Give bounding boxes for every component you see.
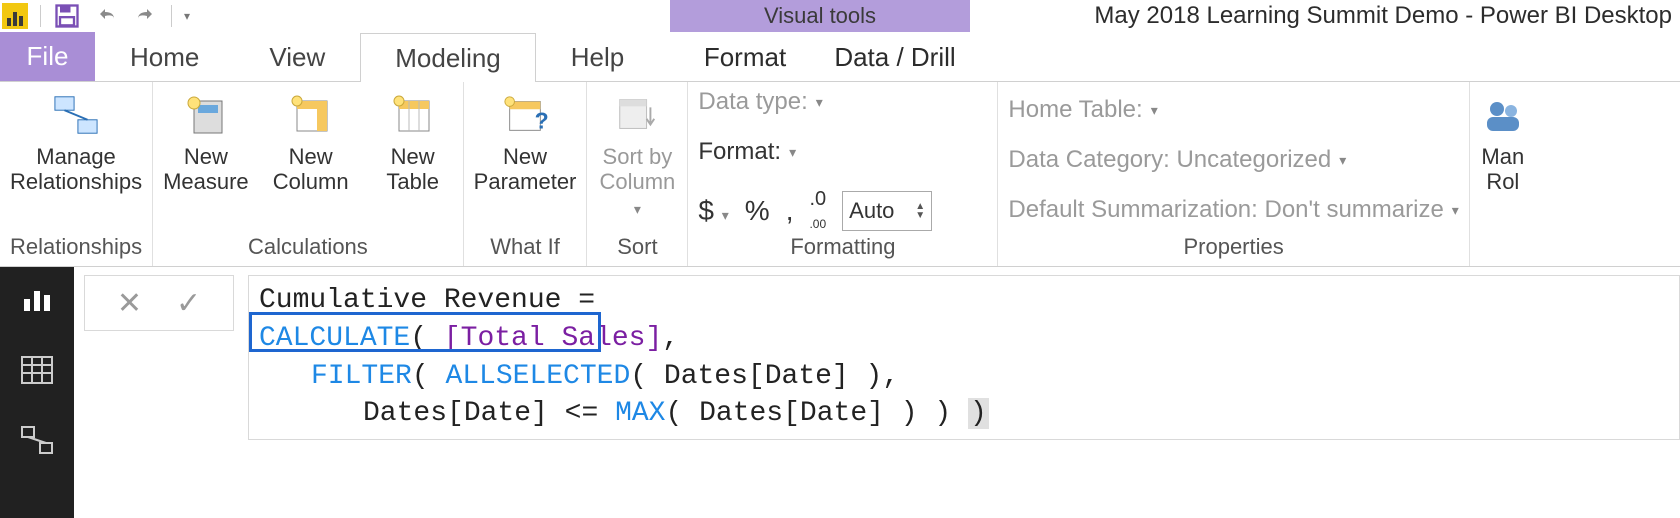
format-label: Format: xyxy=(698,138,781,166)
group-relationships: Manage Relationships Relationships xyxy=(0,82,153,266)
format-dropdown[interactable]: Format: ▾ xyxy=(698,138,796,166)
default-summarization-dropdown[interactable]: Default Summarization: Don't summarize ▾ xyxy=(1008,196,1458,224)
decimal-places-input[interactable]: Auto ▲▼ xyxy=(842,191,932,231)
new-column-icon xyxy=(288,92,334,138)
chevron-down-icon: ▾ xyxy=(1339,152,1346,169)
tab-help[interactable]: Help xyxy=(536,32,659,81)
tab-file[interactable]: File xyxy=(0,32,95,81)
separator xyxy=(40,5,41,27)
app-logo xyxy=(2,3,28,29)
new-measure-icon xyxy=(183,92,229,138)
new-parameter-button[interactable]: ? New Parameter xyxy=(474,88,577,195)
separator xyxy=(171,5,172,27)
sort-by-column-label: Sort by Column xyxy=(599,144,675,195)
chevron-down-icon: ▾ xyxy=(816,94,823,111)
new-column-label: New Column xyxy=(273,144,349,195)
token-allselected: ALLSELECTED xyxy=(445,361,630,392)
token-dates-2: Dates[Date] xyxy=(363,398,548,429)
redo-icon[interactable] xyxy=(129,4,159,28)
manage-roles-label: Man Rol xyxy=(1481,144,1524,195)
new-table-icon xyxy=(390,92,436,138)
new-table-button[interactable]: New Table xyxy=(373,88,453,195)
group-whatif: ? New Parameter What If xyxy=(464,82,588,266)
new-column-button[interactable]: New Column xyxy=(271,88,351,195)
data-type-dropdown[interactable]: Data type: ▾ xyxy=(698,88,822,116)
group-calculations-label: Calculations xyxy=(163,234,453,264)
group-relationships-label: Relationships xyxy=(10,234,142,264)
data-view-button[interactable] xyxy=(20,355,54,391)
formula-area: ✕ ✓ Cumulative Revenue = CALCULATE( [Tot… xyxy=(74,267,1680,518)
new-table-label: New Table xyxy=(386,144,439,195)
sort-icon xyxy=(614,92,660,138)
group-properties: Home Table: ▾ Data Category: Uncategoriz… xyxy=(998,82,1469,266)
chevron-down-icon: ▾ xyxy=(634,201,641,217)
home-table-dropdown[interactable]: Home Table: ▾ xyxy=(1008,96,1157,124)
group-sort: Sort by Column ▾ Sort xyxy=(587,82,688,266)
data-category-label: Data Category: Uncategorized xyxy=(1008,146,1331,174)
tab-view[interactable]: View xyxy=(234,32,360,81)
spinner-icon[interactable]: ▲▼ xyxy=(915,202,925,220)
group-whatif-label: What If xyxy=(474,234,577,264)
token-calculate: CALCULATE xyxy=(259,323,410,354)
report-view-button[interactable] xyxy=(20,285,54,321)
tab-modeling[interactable]: Modeling xyxy=(360,33,536,82)
roles-icon xyxy=(1480,92,1526,138)
window-title: May 2018 Learning Summit Demo - Power BI… xyxy=(1094,0,1672,32)
qat-dropdown-icon[interactable]: ▾ xyxy=(184,9,190,23)
model-view-button[interactable] xyxy=(20,425,54,461)
group-formatting-label: Formatting xyxy=(698,234,987,264)
group-formatting: Data type: ▾ Format: ▾ $ ▾ % , .0.00 Aut… xyxy=(688,82,998,266)
thousands-separator-button[interactable]: , xyxy=(786,195,794,227)
group-calculations: New Measure New Column New Table Calcula… xyxy=(153,82,464,266)
chevron-down-icon: ▾ xyxy=(1151,102,1158,119)
new-parameter-icon: ? xyxy=(502,92,548,138)
percent-format-button[interactable]: % xyxy=(745,195,770,227)
formula-line-1: Cumulative Revenue = xyxy=(259,285,595,316)
data-type-label: Data type: xyxy=(698,88,807,116)
contextual-tools-label: Visual tools xyxy=(670,0,970,32)
tab-home[interactable]: Home xyxy=(95,32,234,81)
tab-data-drill[interactable]: Data / Drill xyxy=(820,32,970,82)
token-filter: FILTER xyxy=(311,361,412,392)
chevron-down-icon: ▾ xyxy=(789,144,796,161)
token-max: MAX xyxy=(615,398,665,429)
chevron-down-icon: ▾ xyxy=(1452,202,1459,219)
default-summarization-label: Default Summarization: Don't summarize xyxy=(1008,196,1443,224)
undo-icon[interactable] xyxy=(93,4,123,28)
group-security: Man Rol xyxy=(1470,82,1536,266)
formula-controls: ✕ ✓ xyxy=(84,275,234,331)
new-measure-button[interactable]: New Measure xyxy=(163,88,249,195)
token-dates-1: Dates[Date] xyxy=(664,361,849,392)
new-measure-label: New Measure xyxy=(163,144,249,195)
ribbon: Manage Relationships Relationships New M… xyxy=(0,82,1680,267)
group-sort-label: Sort xyxy=(597,234,677,264)
tab-format[interactable]: Format xyxy=(670,32,820,82)
svg-text:?: ? xyxy=(535,107,548,133)
manage-roles-button[interactable]: Man Rol xyxy=(1476,88,1530,195)
group-properties-label: Properties xyxy=(1008,234,1458,264)
new-parameter-label: New Parameter xyxy=(474,144,577,195)
token-total-sales: [Total Sales] xyxy=(444,323,662,354)
workspace: ✕ ✓ Cumulative Revenue = CALCULATE( [Tot… xyxy=(0,267,1680,518)
cancel-formula-button[interactable]: ✕ xyxy=(117,286,142,321)
commit-formula-button[interactable]: ✓ xyxy=(176,286,201,321)
formula-editor[interactable]: Cumulative Revenue = CALCULATE( [Total S… xyxy=(248,275,1680,440)
quick-access-toolbar: ▾ Visual tools May 2018 Learning Summit … xyxy=(0,0,1680,32)
relationships-icon xyxy=(53,92,99,138)
data-category-dropdown[interactable]: Data Category: Uncategorized ▾ xyxy=(1008,146,1346,174)
save-icon[interactable] xyxy=(53,2,81,30)
sort-by-column-button[interactable]: Sort by Column ▾ xyxy=(597,88,677,217)
manage-relationships-button[interactable]: Manage Relationships xyxy=(10,88,142,195)
view-rail xyxy=(0,267,74,518)
home-table-label: Home Table: xyxy=(1008,96,1142,124)
currency-format-button[interactable]: $ ▾ xyxy=(698,195,728,227)
decimal-icon[interactable]: .0.00 xyxy=(809,188,826,234)
token-dates-3: Dates[Date] xyxy=(699,398,884,429)
manage-relationships-label: Manage Relationships xyxy=(10,144,142,195)
decimal-places-value: Auto xyxy=(849,198,894,224)
ribbon-tabs: File Home View Modeling Help Format Data… xyxy=(0,32,1680,82)
